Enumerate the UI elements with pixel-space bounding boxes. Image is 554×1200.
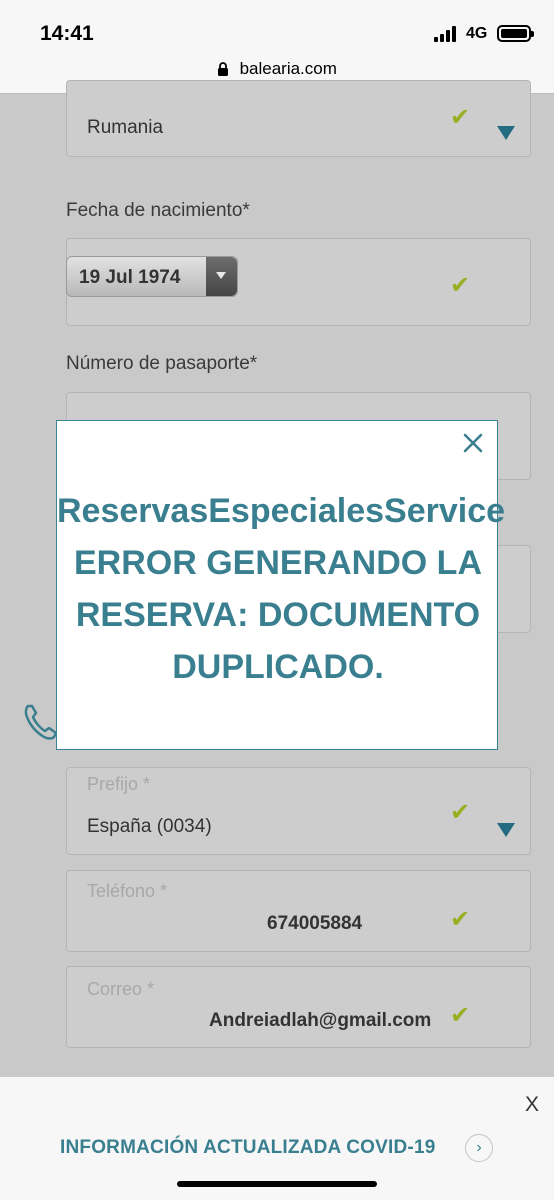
nationality-value: Rumania bbox=[87, 117, 164, 138]
error-message-line: RESERVA: DOCUMENTO bbox=[75, 596, 481, 634]
error-message-line: DUPLICADO. bbox=[172, 648, 384, 686]
passport-label: Número de pasaporte* bbox=[66, 353, 258, 374]
status-time: 14:41 bbox=[40, 22, 94, 45]
phone-input[interactable]: Teléfono * 674005884 ✔ bbox=[66, 870, 531, 952]
check-icon: ✔ bbox=[450, 1002, 471, 1029]
check-icon: ✔ bbox=[450, 272, 471, 299]
email-input[interactable]: Correo * Andreiadlah@gmail.com ✔ bbox=[66, 966, 531, 1048]
birth-date-value: 19 Jul 1974 bbox=[79, 267, 181, 288]
url-text: balearia.com bbox=[239, 59, 337, 78]
email-value: Andreiadlah@gmail.com bbox=[209, 1010, 432, 1031]
triangle-down-icon bbox=[216, 272, 226, 279]
chevron-down-icon bbox=[497, 126, 515, 140]
prefix-select[interactable]: Prefijo * España (0034) ✔ bbox=[66, 767, 531, 855]
birth-date-label: Fecha de nacimiento* bbox=[66, 200, 250, 221]
error-message-line: ReservasEspecialesService bbox=[57, 492, 506, 530]
prefix-placeholder: Prefijo * bbox=[87, 774, 151, 794]
error-modal: ReservasEspecialesService ERROR GENERAND… bbox=[56, 420, 506, 750]
lock-icon bbox=[218, 61, 229, 76]
chevron-right-icon[interactable]: › bbox=[465, 1134, 493, 1162]
error-message: ReservasEspecialesService ERROR GENERAND… bbox=[57, 485, 506, 693]
phone-value: 674005884 bbox=[267, 913, 363, 934]
status-bar: 14:41 4G bbox=[0, 0, 554, 56]
date-dropdown-button[interactable] bbox=[206, 257, 237, 296]
prefix-value: España (0034) bbox=[87, 816, 212, 837]
check-icon: ✔ bbox=[450, 906, 471, 933]
phone-placeholder: Teléfono * bbox=[87, 881, 168, 901]
birth-date-picker[interactable]: 19 Jul 1974 bbox=[66, 256, 238, 297]
banner-close-button[interactable]: X bbox=[525, 1093, 539, 1117]
email-placeholder: Correo * bbox=[87, 979, 155, 999]
check-icon: ✔ bbox=[450, 799, 471, 826]
close-icon[interactable] bbox=[461, 431, 485, 455]
signal-icon bbox=[434, 26, 460, 42]
phone-icon[interactable] bbox=[22, 702, 58, 742]
chevron-down-icon bbox=[497, 823, 515, 837]
network-type: 4G bbox=[466, 25, 488, 42]
battery-icon bbox=[497, 25, 534, 42]
nationality-select[interactable]: Rumania ✔ bbox=[66, 80, 531, 157]
check-icon: ✔ bbox=[450, 104, 471, 131]
home-indicator[interactable] bbox=[177, 1181, 377, 1187]
error-message-line: ERROR GENERANDO LA bbox=[73, 544, 483, 582]
covid-info-link[interactable]: INFORMACIÓN ACTUALIZADA COVID-19 bbox=[60, 1137, 435, 1159]
